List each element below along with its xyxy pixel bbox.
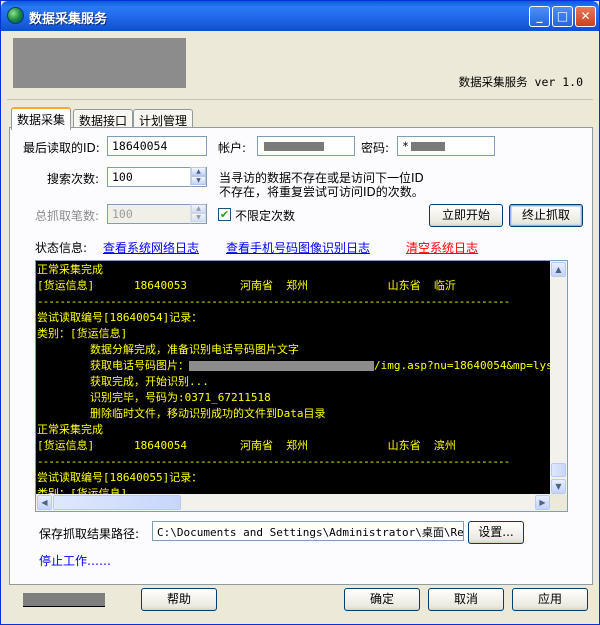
log-url-suffix: /img.asp?nu=18640054&mp=lys4b5: [373, 359, 552, 372]
help-button[interactable]: 帮助: [141, 588, 217, 611]
scroll-right-icon[interactable]: ▶: [535, 495, 550, 510]
cancel-button[interactable]: 取消: [428, 588, 504, 611]
status-redacted: [23, 593, 105, 607]
close-button[interactable]: ✕: [575, 6, 596, 27]
account-input[interactable]: [257, 136, 355, 156]
search-count-label: 搜索次数:: [47, 172, 100, 186]
account-label: 帐户:: [218, 141, 247, 155]
window-title: 数据采集服务: [29, 12, 108, 27]
status-label: 状态信息:: [35, 241, 88, 255]
scroll-up-icon[interactable]: ▲: [551, 262, 566, 277]
tab-data-interface[interactable]: 数据接口: [73, 109, 134, 129]
password-prefix: *: [402, 139, 409, 153]
ocr-log-link[interactable]: 查看手机号码图像识别日志: [226, 239, 370, 256]
save-path-label: 保存抓取结果路径:: [39, 527, 140, 541]
log-line: 尝试读取编号[18640055]记录：: [37, 471, 203, 484]
log-line: 删除临时文件，移动识别成功的文件到Data目录: [37, 407, 326, 420]
log-line: 获取完成，开始识别...: [37, 375, 209, 388]
stop-button[interactable]: 终止抓取: [509, 204, 583, 227]
scroll-left-icon[interactable]: ◀: [37, 495, 52, 510]
log-line: [货运信息] 18640054 河南省 郑州 山东省 滨州 淄博 关: [37, 439, 456, 452]
last-id-label: 最后读取的ID:: [23, 141, 100, 155]
minimize-button[interactable]: _: [529, 6, 550, 27]
settings-button[interactable]: 设置...: [468, 521, 524, 544]
scroll-corner: [550, 494, 567, 511]
log-line-prefix: 获取电话号码图片：: [37, 359, 189, 372]
header-divider: [7, 99, 593, 100]
log-line: 正常采集完成: [37, 423, 103, 436]
masked-password: [410, 142, 445, 151]
clear-log-link[interactable]: 清空系统日志: [406, 239, 478, 256]
total-fetch-label: 总抓取笔数:: [35, 209, 100, 223]
search-count-stepper[interactable]: ▲ ▼: [190, 167, 206, 187]
tab-schedule-management[interactable]: 计划管理: [133, 109, 194, 129]
log-line: 获取电话号码图片： /img.asp?nu=18640054&mp=lys4b5: [37, 358, 552, 374]
spin-up-icon: ▲: [191, 204, 206, 213]
stop-work-link[interactable]: 停止工作……: [39, 552, 111, 569]
vertical-scroll-thumb[interactable]: [551, 463, 566, 477]
start-button[interactable]: 立即开始: [429, 204, 503, 227]
horizontal-scrollbar[interactable]: ◀ ▶: [36, 494, 552, 511]
password-input[interactable]: *: [397, 136, 495, 156]
total-fetch-stepper: ▲ ▼: [190, 204, 206, 224]
unlimited-label: 不限定次数: [235, 209, 296, 223]
search-hint-line2: 不存在，将重复尝试可访问ID的次数。: [219, 185, 424, 199]
password-label: 密码:: [361, 141, 390, 155]
save-path-input[interactable]: C:\Documents and Settings\Administrator\…: [152, 521, 464, 541]
logo-placeholder: [13, 38, 186, 88]
spin-down-icon: ▼: [191, 213, 206, 222]
main-window: 数据采集服务 _ □ ✕ 数据采集服务 ver 1.0 数据采集 数据接口 计划…: [0, 0, 600, 625]
version-label: 数据采集服务 ver 1.0: [458, 75, 583, 89]
redacted-url: [188, 361, 374, 371]
log-line: 识别完毕，号码为:0371_67211518: [37, 391, 271, 404]
network-log-link[interactable]: 查看系统网络日志: [103, 239, 199, 256]
log-divider: ----------------------------------------…: [37, 455, 510, 468]
title-bar[interactable]: 数据采集服务 _ □ ✕: [1, 1, 599, 31]
log-divider: ----------------------------------------…: [37, 295, 510, 308]
unlimited-checkbox[interactable]: ✔: [218, 208, 231, 221]
horizontal-scroll-thumb[interactable]: [53, 495, 181, 510]
maximize-button[interactable]: □: [552, 6, 573, 27]
apply-button[interactable]: 应用: [512, 588, 588, 611]
spin-up-icon[interactable]: ▲: [191, 167, 206, 176]
log-line: 正常采集完成: [37, 263, 103, 276]
ok-button[interactable]: 确定: [344, 588, 420, 611]
log-line: 数据分解完成，准备识别电话号码图片文字: [37, 343, 299, 356]
tab-data-collection[interactable]: 数据采集: [11, 107, 72, 130]
masked-account: [264, 142, 324, 151]
log-line: 类别：[货运信息]: [37, 327, 128, 340]
last-id-input[interactable]: 18640054: [107, 136, 207, 156]
vertical-scrollbar[interactable]: ▲ ▼: [550, 261, 567, 496]
spin-down-icon[interactable]: ▼: [191, 176, 206, 185]
log-console[interactable]: 正常采集完成 [货运信息] 18640053 河南省 郑州 山东省 临沂 黄石 …: [35, 260, 568, 512]
scroll-down-icon[interactable]: ▼: [551, 479, 566, 494]
log-line: [货运信息] 18640053 河南省 郑州 山东省 临沂 黄石 大: [37, 279, 456, 292]
globe-icon: [7, 7, 24, 24]
log-line: 尝试读取编号[18640054]记录：: [37, 311, 203, 324]
log-console-text: 正常采集完成 [货运信息] 18640053 河南省 郑州 山东省 临沂 黄石 …: [36, 261, 552, 496]
